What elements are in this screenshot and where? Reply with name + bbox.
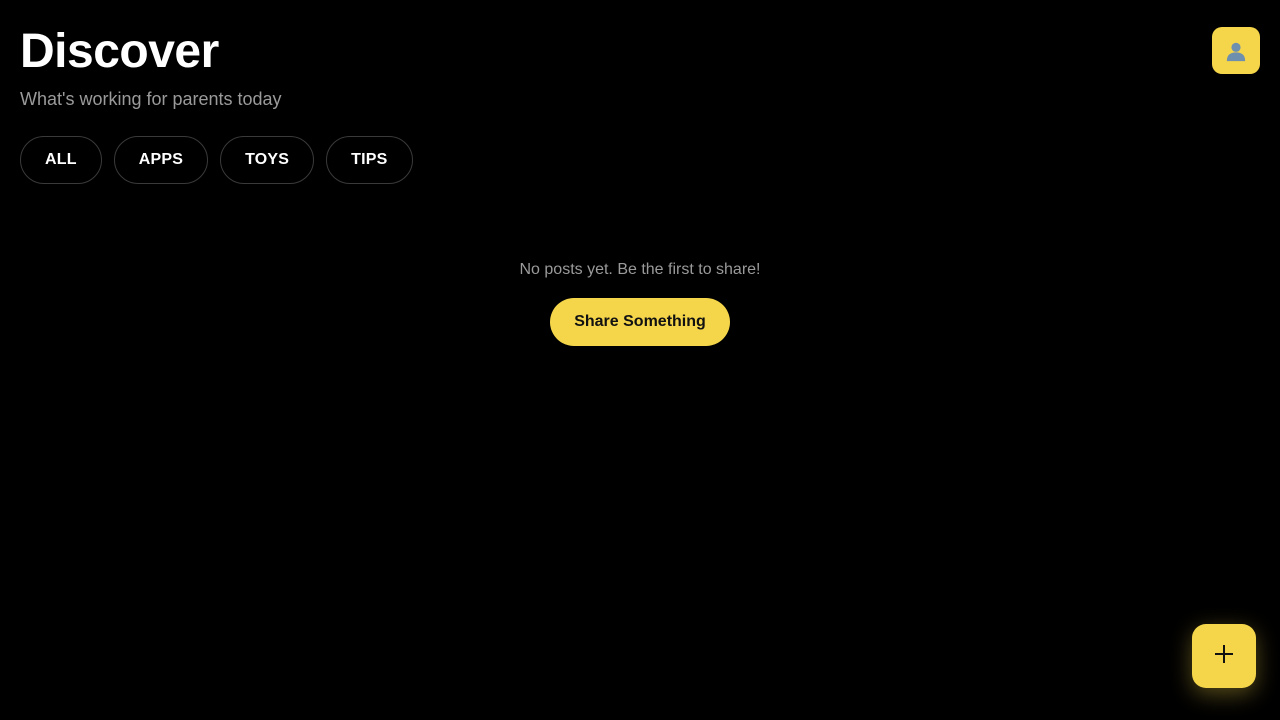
- filter-chip-all[interactable]: ALL: [20, 136, 102, 184]
- add-post-button[interactable]: [1192, 624, 1256, 688]
- profile-button[interactable]: [1212, 27, 1260, 74]
- filter-chip-tips[interactable]: TIPS: [326, 136, 413, 184]
- empty-state: No posts yet. Be the first to share! Sha…: [0, 260, 1280, 346]
- page-subtitle: What's working for parents today: [20, 89, 282, 109]
- page-title: Discover: [20, 25, 219, 78]
- filter-chip-apps[interactable]: APPS: [113, 136, 209, 184]
- plus-icon: [1213, 641, 1235, 671]
- filter-chips: ALL APPS TOYS TIPS: [20, 136, 413, 184]
- share-something-button[interactable]: Share Something: [550, 298, 730, 346]
- filter-chip-toys[interactable]: TOYS: [220, 136, 315, 184]
- page-header: Discover What's working for parents toda…: [20, 24, 282, 110]
- empty-state-message: No posts yet. Be the first to share!: [519, 261, 761, 278]
- discover-page: Discover What's working for parents toda…: [0, 0, 1280, 720]
- user-icon: [1225, 40, 1247, 62]
